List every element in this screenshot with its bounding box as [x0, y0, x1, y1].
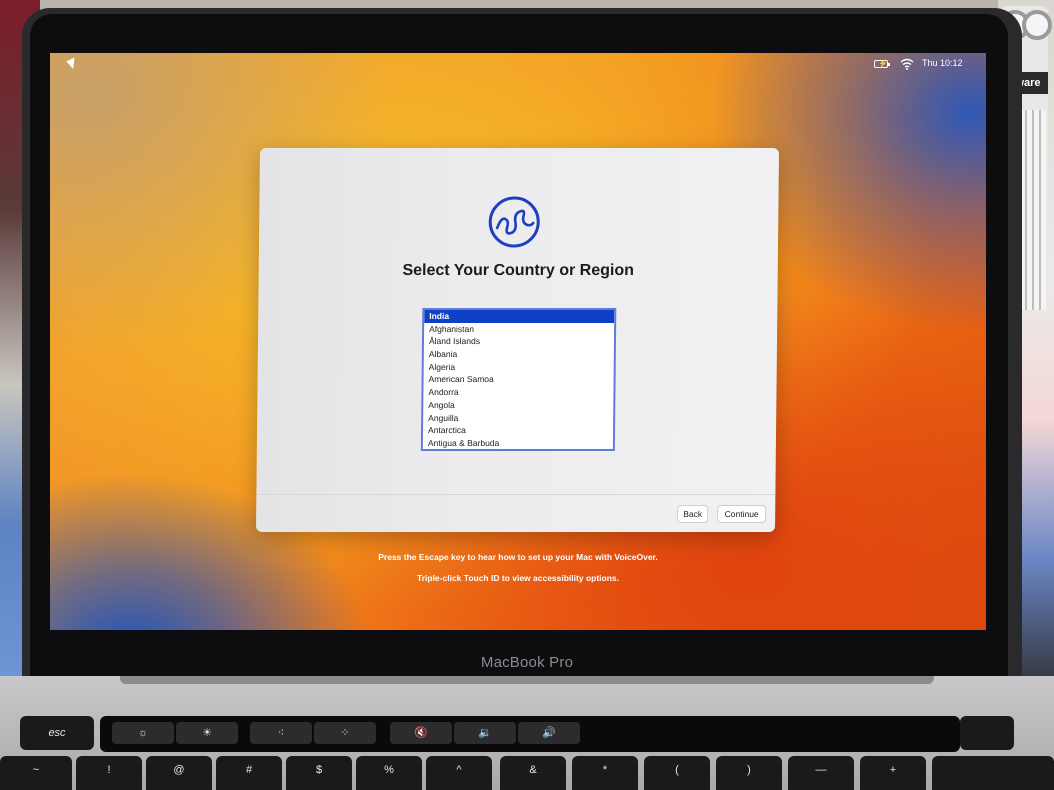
key[interactable]: ~	[0, 756, 72, 790]
keyboard-light-up-icon[interactable]: ⁘	[314, 722, 376, 744]
mouse-cursor-icon	[66, 57, 79, 71]
speaker-cone	[1022, 10, 1052, 40]
key[interactable]: —	[788, 756, 854, 790]
key[interactable]: @	[146, 756, 212, 790]
key[interactable]: &	[500, 756, 566, 790]
key[interactable]: $	[286, 756, 352, 790]
key[interactable]: *	[572, 756, 638, 790]
key[interactable]: %	[356, 756, 422, 790]
country-item[interactable]: Anguilla	[423, 412, 613, 425]
menu-clock[interactable]: Thu 10:12	[922, 58, 963, 68]
battery-charging-icon[interactable]: ⚡	[874, 59, 890, 68]
wifi-icon[interactable]	[900, 57, 914, 71]
globe-icon	[488, 196, 540, 248]
dialog-title: Select Your Country or Region	[402, 262, 635, 279]
mute-icon[interactable]: 🔇	[390, 722, 452, 744]
accessibility-hint: Triple-click Touch ID to view accessibil…	[416, 573, 619, 583]
continue-button[interactable]: Continue	[717, 505, 767, 523]
country-item[interactable]: Afghanistan	[424, 323, 614, 336]
key[interactable]: (	[644, 756, 710, 790]
setup-dialog: Select Your Country or Region India Afgh…	[255, 148, 780, 532]
esc-key[interactable]: esc	[20, 716, 94, 750]
key[interactable]: )	[716, 756, 782, 790]
menu-bar: ⚡ Thu 10:12	[50, 53, 986, 75]
country-item[interactable]: Andorra	[423, 386, 613, 399]
country-item-selected[interactable]: India	[424, 310, 615, 323]
country-item[interactable]: Antigua & Barbuda	[423, 437, 613, 450]
country-item[interactable]: Angola	[423, 399, 613, 412]
back-button[interactable]: Back	[677, 505, 709, 523]
country-item[interactable]: Algeria	[424, 361, 614, 374]
volume-up-icon[interactable]: 🔊	[518, 722, 580, 744]
brightness-up-icon[interactable]: ☀	[176, 722, 238, 744]
delete-key[interactable]	[932, 756, 1054, 790]
country-item[interactable]: Åland Islands	[424, 335, 614, 348]
country-item[interactable]: American Samoa	[424, 373, 614, 386]
bolt-icon: ⚡	[878, 59, 888, 68]
hinge	[120, 676, 934, 684]
dialog-divider	[256, 494, 776, 495]
country-item[interactable]: Albania	[424, 348, 614, 361]
country-list[interactable]: India Afghanistan Åland Islands Albania …	[420, 308, 617, 451]
laptop-model-label: MacBook Pro	[480, 654, 574, 671]
key[interactable]: #	[216, 756, 282, 790]
touch-id-key[interactable]	[960, 716, 1014, 750]
voiceover-hint: Press the Escape key to hear how to set …	[378, 552, 658, 562]
volume-down-icon[interactable]: 🔉	[454, 722, 516, 744]
brightness-down-icon[interactable]: ☼	[112, 722, 174, 744]
key[interactable]: !	[76, 756, 142, 790]
country-item[interactable]: Antarctica	[423, 424, 613, 437]
key[interactable]: ^	[426, 756, 492, 790]
key[interactable]: +	[860, 756, 926, 790]
keyboard-light-down-icon[interactable]: ⁖	[250, 722, 312, 744]
screen: ⚡ Thu 10:12 Select Your Country or Regio…	[50, 53, 986, 630]
